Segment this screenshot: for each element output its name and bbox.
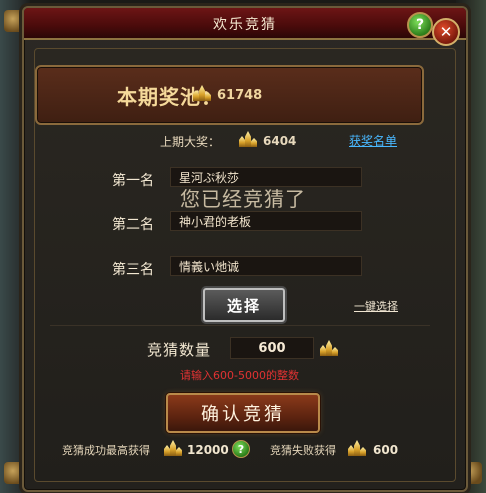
fail-reward-value: 600 [373, 443, 399, 457]
gold-crystal-icon [239, 131, 257, 147]
rank-3-field[interactable]: 情義い灺诚 [170, 256, 362, 276]
success-reward-label: 竞猜成功最高获得 [62, 444, 150, 457]
close-icon: ✕ [439, 23, 453, 41]
rank-3-label: 第三名 [112, 262, 154, 278]
fail-reward-label: 竞猜失败获得 [270, 444, 336, 457]
quantity-label: 竞猜数量 [147, 341, 212, 359]
winner-list-link[interactable]: 获奖名单 [349, 132, 397, 149]
rank-1-label: 第一名 [112, 173, 154, 189]
reward-help-button[interactable]: ? [232, 440, 250, 458]
select-button[interactable]: 选择 [203, 288, 285, 322]
quantity-input[interactable] [230, 337, 314, 359]
already-guessed-notice: 您已经竞猜了 [180, 187, 306, 211]
help-button[interactable]: ? [407, 12, 433, 38]
gold-crystal-icon [348, 440, 366, 456]
last-prize-value: 6404 [263, 134, 297, 148]
window-title: 欢乐竞猜 [213, 17, 277, 33]
quantity-hint: 请输入600-5000的整数 [180, 369, 299, 382]
gold-crystal-icon [193, 85, 211, 101]
gold-crystal-icon [320, 340, 338, 356]
close-button[interactable]: ✕ [432, 18, 460, 46]
last-prize-label: 上期大奖： [160, 135, 221, 149]
divider [50, 325, 430, 326]
rank-2-label: 第二名 [112, 217, 154, 233]
question-icon: ? [237, 442, 245, 456]
confirm-guess-button[interactable]: 确认竞猜 [166, 393, 320, 433]
one-key-select-link[interactable]: 一键选择 [354, 298, 398, 314]
prize-pool-value: 61748 [217, 88, 263, 103]
question-icon: ? [415, 17, 425, 33]
rank-2-field[interactable]: 神小君的老板 [170, 211, 362, 231]
gold-crystal-icon [164, 440, 182, 456]
success-reward-value: 12000 [187, 443, 229, 457]
title-bar: 欢乐竞猜 ? ✕ [24, 8, 466, 46]
